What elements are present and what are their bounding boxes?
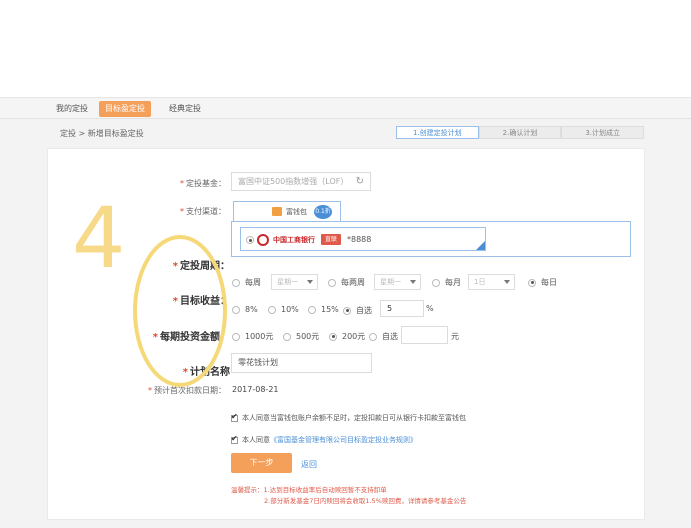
rules-link[interactable]: 《富国基金管理有限公司目标盈定投业务规则》 — [270, 435, 417, 445]
tab-classic-plan[interactable]: 经典定投 — [163, 101, 207, 117]
step-confirm: 2.确认计划 — [478, 126, 562, 139]
fund-label: * 定投基金： — [150, 178, 226, 189]
chevron-down-icon — [307, 280, 313, 284]
radio-icon[interactable] — [329, 332, 337, 341]
wallet-icon — [272, 207, 282, 216]
icbc-logo-icon — [257, 234, 269, 246]
weekday-select-2[interactable]: 星期一 — [374, 274, 421, 290]
required-mark: * — [180, 207, 184, 216]
wallet-tab[interactable]: 富钱包 0.1折 — [233, 201, 341, 222]
amount-1000[interactable]: 1000元 — [232, 331, 273, 342]
fund-input[interactable]: 富国中证500指数增强（LOF） ↻ — [231, 172, 371, 191]
amount-1000-label: 1000元 — [245, 332, 274, 341]
tab-bar: 我的定投 目标盈定投 经典定投 — [0, 97, 691, 119]
radio-icon[interactable] — [232, 278, 240, 287]
bank-radio[interactable] — [246, 236, 254, 244]
next-button[interactable]: 下一步 — [231, 453, 292, 473]
period-biweekly-label: 每两周 — [341, 278, 365, 287]
period-weekly-label: 每周 — [245, 278, 261, 287]
breadcrumb: 定投 > 新增目标盈定投 — [60, 129, 144, 138]
period-daily-label: 每日 — [541, 278, 557, 287]
fund-label-text: 定投基金： — [186, 179, 226, 188]
target-8-label: 8% — [245, 305, 258, 314]
required-mark: * — [180, 179, 184, 188]
period-monthly[interactable]: 每月 — [432, 277, 461, 288]
channel-label-text: 支付渠道： — [186, 207, 226, 216]
amount-200[interactable]: 200元 — [329, 331, 365, 342]
tab-target-plan[interactable]: 目标盈定投 — [99, 101, 151, 117]
bank-name: 中国工商银行 — [273, 236, 315, 244]
target-custom-label: 自选 — [356, 306, 372, 315]
step-indicator: 1.创建定投计划 2.确认计划 3.计划成立 — [396, 126, 645, 139]
first-date-value: 2017-08-21 — [232, 385, 279, 394]
radio-icon[interactable] — [308, 305, 316, 314]
radio-icon[interactable] — [528, 278, 536, 287]
annotation-number: 4 — [72, 189, 126, 287]
day-select-value: 1日 — [474, 278, 486, 286]
radio-icon[interactable] — [232, 332, 240, 341]
chevron-down-icon — [410, 280, 416, 284]
radio-icon[interactable] — [268, 305, 276, 314]
amount-500-label: 500元 — [296, 332, 320, 341]
target-15-label: 15% — [321, 305, 339, 314]
day-select[interactable]: 1日 — [468, 274, 515, 290]
target-10-label: 10% — [281, 305, 299, 314]
card-tail: *8888 — [347, 235, 372, 244]
amount-unit: 元 — [451, 332, 459, 341]
period-biweekly[interactable]: 每两周 — [328, 277, 365, 288]
amount-custom[interactable]: 自选 — [369, 331, 398, 342]
radio-icon[interactable] — [343, 306, 351, 315]
target-8[interactable]: 8% — [232, 305, 258, 314]
required-mark: * — [148, 386, 152, 395]
tab-my-plans[interactable]: 我的定投 — [50, 101, 94, 117]
amount-custom-input[interactable] — [401, 326, 448, 344]
chevron-down-icon — [504, 280, 510, 284]
target-custom[interactable]: 自选 — [343, 305, 372, 316]
period-daily[interactable]: 每日 — [528, 277, 557, 288]
plan-name-input[interactable]: 零花钱计划 — [231, 353, 372, 373]
target-custom-input[interactable]: 5 — [380, 300, 424, 317]
tip-line-2: 2.部分新发基金7日内赎回将会收取1.5%赎回费，详情请参考基金公告 — [264, 497, 467, 505]
checkbox-icon[interactable] — [231, 434, 238, 444]
amount-custom-label: 自选 — [382, 332, 398, 341]
radio-icon[interactable] — [283, 332, 291, 341]
channel-label: * 支付渠道： — [150, 206, 226, 217]
checkbox-icon[interactable] — [231, 412, 238, 422]
bank-card-option[interactable]: 中国工商银行 直联 *8888 — [240, 227, 486, 251]
target-unit: % — [426, 304, 434, 313]
selected-corner-icon — [476, 241, 485, 250]
amount-200-label: 200元 — [342, 332, 366, 341]
direct-tag: 直联 — [321, 234, 342, 245]
first-date-label-text: 预计首次扣款日期： — [154, 386, 226, 395]
weekday-select-2-value: 星期一 — [380, 278, 401, 286]
step-create: 1.创建定投计划 — [396, 126, 479, 139]
amount-500[interactable]: 500元 — [283, 331, 319, 342]
radio-icon[interactable] — [432, 278, 440, 287]
radio-icon[interactable] — [328, 278, 336, 287]
period-weekly[interactable]: 每周 — [232, 277, 261, 288]
top-blank-area — [0, 0, 691, 97]
highlight-ellipse — [133, 235, 227, 387]
agree-rules[interactable]: 本人同意《富国基金管理有限公司目标盈定投业务规则》 — [231, 434, 417, 445]
discount-badge: 0.1折 — [314, 205, 332, 219]
tip-line-1: 温馨提示：1.达到目标收益率后自动赎回暂不支持卸单 — [231, 486, 387, 494]
step-done: 3.计划成立 — [561, 126, 645, 139]
agree-rules-text: 本人同意 — [242, 436, 270, 444]
weekday-select-value: 星期一 — [277, 278, 298, 286]
agree-auto-debit[interactable]: 本人同意当富钱包账户余额不足时，定投扣款日可从银行卡扣款至富钱包 — [231, 412, 466, 423]
wallet-tab-label: 富钱包 — [286, 208, 307, 216]
target-10[interactable]: 10% — [268, 305, 299, 314]
back-link[interactable]: 返回 — [301, 459, 317, 470]
radio-icon[interactable] — [232, 305, 240, 314]
weekday-select[interactable]: 星期一 — [271, 274, 318, 290]
fund-input-placeholder: 富国中证500指数增强（LOF） — [238, 177, 349, 186]
radio-icon[interactable] — [369, 332, 377, 341]
agree-auto-debit-text: 本人同意当富钱包账户余额不足时，定投扣款日可从银行卡扣款至富钱包 — [242, 414, 466, 422]
target-15[interactable]: 15% — [308, 305, 339, 314]
period-monthly-label: 每月 — [445, 278, 461, 287]
refresh-icon[interactable]: ↻ — [356, 173, 364, 190]
